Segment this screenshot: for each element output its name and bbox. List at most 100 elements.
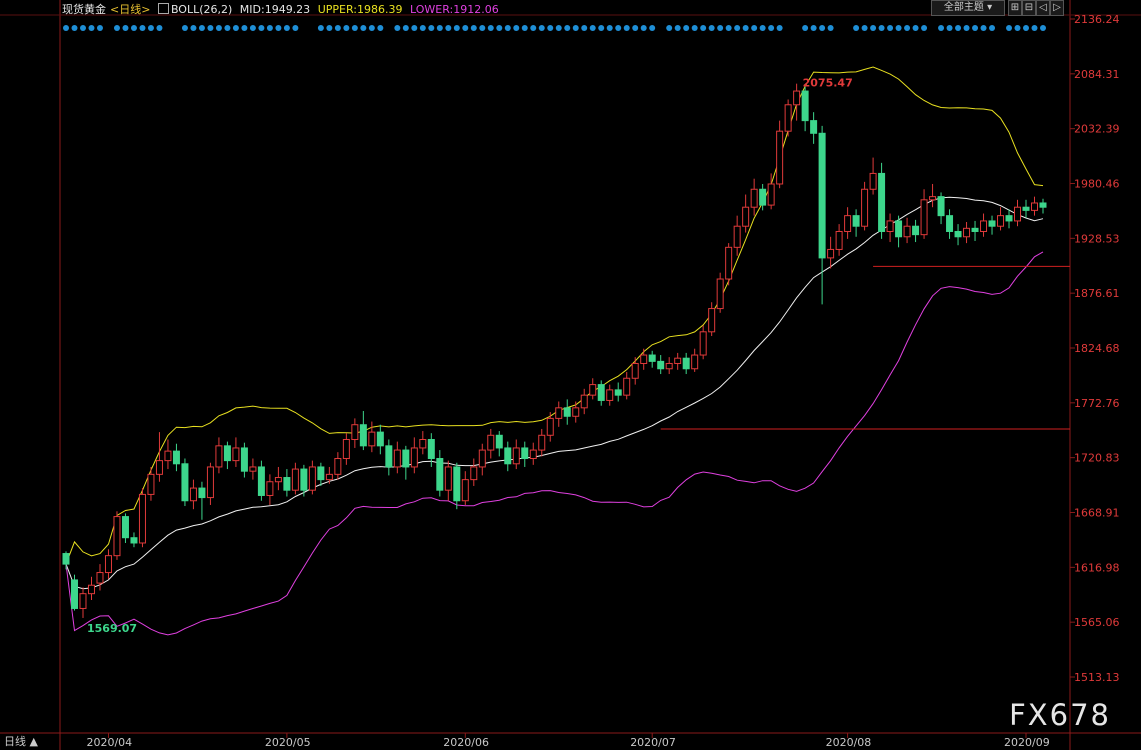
candle-body bbox=[291, 468, 299, 491]
signal-dot bbox=[445, 25, 452, 31]
candle-body bbox=[325, 473, 333, 481]
signal-dot bbox=[487, 25, 494, 31]
signal-dot bbox=[292, 25, 299, 31]
y-tick-label: 2032.39 bbox=[1074, 123, 1120, 136]
candle-body bbox=[147, 473, 155, 495]
signal-dot bbox=[538, 25, 545, 31]
signal-dot bbox=[513, 25, 520, 31]
x-tick-label: 2020/08 bbox=[826, 736, 872, 749]
candle-body bbox=[827, 248, 835, 259]
candle-body bbox=[1022, 206, 1030, 211]
signal-dot bbox=[683, 25, 690, 31]
signal-dot bbox=[411, 25, 418, 31]
signal-dot bbox=[1006, 25, 1013, 31]
signal-dot bbox=[632, 25, 639, 31]
candle-body bbox=[980, 220, 988, 232]
candle-body bbox=[70, 579, 78, 609]
candle-body bbox=[563, 407, 571, 417]
candle-body bbox=[776, 130, 784, 185]
signal-dot bbox=[351, 25, 358, 31]
candle-body bbox=[708, 308, 716, 333]
signal-dot bbox=[827, 25, 834, 31]
signal-dot bbox=[453, 25, 460, 31]
candle-body bbox=[589, 384, 597, 396]
candle-body bbox=[283, 477, 291, 491]
candle-body bbox=[223, 445, 231, 462]
signal-dot bbox=[904, 25, 911, 31]
signal-dot bbox=[326, 25, 333, 31]
signal-dot bbox=[377, 25, 384, 31]
signal-dot bbox=[581, 25, 588, 31]
signal-dot bbox=[1031, 25, 1038, 31]
scroll-left-button[interactable]: ◁ bbox=[1036, 0, 1050, 16]
y-tick-label: 1928.53 bbox=[1074, 232, 1120, 245]
candle-body bbox=[606, 389, 614, 401]
candle-body bbox=[130, 537, 138, 544]
candle-body bbox=[793, 90, 801, 106]
indicator-name[interactable]: BOLL(26,2) bbox=[171, 3, 232, 16]
signal-dot bbox=[130, 25, 137, 31]
candle-body bbox=[512, 447, 520, 465]
signal-dot bbox=[122, 25, 129, 31]
signal-dot bbox=[861, 25, 868, 31]
candle-body bbox=[920, 199, 928, 236]
y-tick-label: 1876.61 bbox=[1074, 287, 1120, 300]
lower-band-line bbox=[65, 251, 1044, 636]
candle-body bbox=[181, 463, 189, 502]
lower-value: LOWER:1912.06 bbox=[409, 3, 499, 16]
candle-body bbox=[997, 215, 1005, 227]
candle-body bbox=[844, 215, 852, 232]
candle-body bbox=[954, 230, 962, 238]
period-label[interactable]: <日线> bbox=[110, 3, 150, 16]
candle-body bbox=[929, 196, 937, 201]
candle-body bbox=[232, 447, 240, 462]
signal-dot bbox=[895, 25, 902, 31]
candle-body bbox=[878, 172, 886, 232]
signal-dot bbox=[249, 25, 256, 31]
candle-body bbox=[113, 516, 121, 557]
signal-dot bbox=[63, 25, 69, 31]
candle-body bbox=[750, 188, 758, 208]
signal-dot bbox=[606, 25, 613, 31]
theme-select[interactable]: 全部主题 ▾ bbox=[931, 0, 1005, 16]
x-tick-label: 2020/04 bbox=[86, 736, 132, 749]
signal-dot bbox=[589, 25, 596, 31]
period-footer[interactable]: 日线 ▲ bbox=[4, 733, 38, 749]
signal-dot bbox=[71, 25, 78, 31]
candle-body bbox=[699, 331, 707, 356]
candle-body bbox=[665, 362, 673, 370]
signal-dot bbox=[521, 25, 528, 31]
candle-body bbox=[963, 227, 971, 238]
signal-dot bbox=[921, 25, 928, 31]
candle-body bbox=[742, 206, 750, 227]
candle-body bbox=[79, 593, 87, 609]
x-tick-label: 2020/06 bbox=[443, 736, 489, 749]
candle-body bbox=[614, 389, 622, 396]
candle-body bbox=[257, 466, 265, 496]
zoom-out-button[interactable]: ⊟ bbox=[1022, 0, 1036, 16]
chart-header: 现货黄金 <日线> BOLL(26,2) MID:1949.23 UPPER:19… bbox=[62, 1, 503, 17]
y-tick-label: 1616.98 bbox=[1074, 561, 1120, 574]
signal-dot bbox=[1023, 25, 1030, 31]
signal-dot bbox=[1040, 25, 1046, 31]
signal-dot bbox=[436, 25, 443, 31]
candle-body bbox=[164, 450, 172, 462]
candle-body bbox=[444, 466, 452, 491]
signal-dot bbox=[700, 25, 707, 31]
candle-body bbox=[869, 172, 877, 190]
signal-dot bbox=[674, 25, 681, 31]
signal-dot bbox=[113, 25, 120, 31]
candle-body bbox=[470, 466, 478, 481]
candle-body bbox=[62, 553, 70, 565]
zoom-in-button[interactable]: ⊞ bbox=[1008, 0, 1022, 16]
candle-body bbox=[504, 447, 512, 465]
signal-dot bbox=[181, 25, 188, 31]
candle-body bbox=[818, 132, 826, 259]
candle-body bbox=[903, 225, 911, 238]
signal-dot bbox=[946, 25, 953, 31]
bollinger-bands bbox=[65, 66, 1044, 636]
scroll-right-button[interactable]: ▷ bbox=[1050, 0, 1064, 16]
signal-dot bbox=[198, 25, 205, 31]
signal-dot bbox=[232, 25, 239, 31]
candle-body bbox=[640, 354, 648, 364]
